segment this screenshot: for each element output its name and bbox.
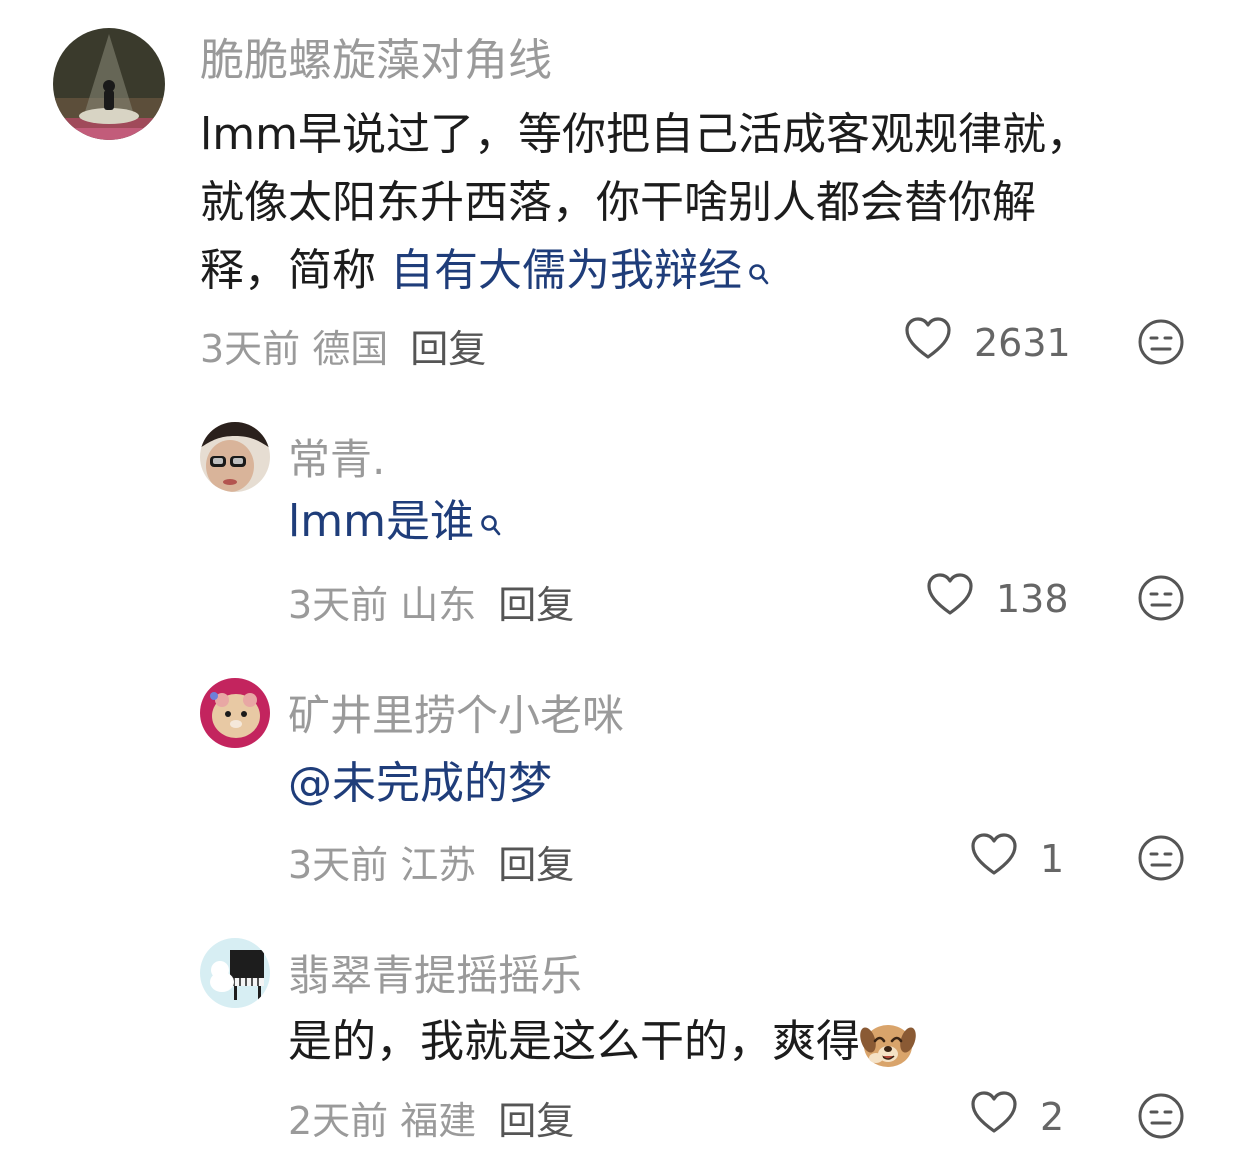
comment-location: 山东 xyxy=(400,583,477,627)
like-count: 2631 xyxy=(974,320,1071,365)
comment-location: 德国 xyxy=(312,327,389,371)
like-button[interactable]: 138 xyxy=(926,572,1069,625)
comment-location: 福建 xyxy=(400,1099,477,1143)
search-icon[interactable] xyxy=(748,241,770,309)
heart-outline-icon xyxy=(970,832,1018,885)
comment-text: 是的，我就是这么干的，爽得 xyxy=(288,1008,916,1076)
neutral-face-icon[interactable] xyxy=(1137,1092,1185,1140)
comment-meta: 2天前 福建 回复 xyxy=(288,1090,574,1145)
search-link[interactable]: lmm是谁 xyxy=(288,496,474,547)
like-button[interactable]: 2 xyxy=(970,1090,1064,1143)
avatar[interactable] xyxy=(200,422,270,492)
like-count: 138 xyxy=(996,576,1069,621)
comment-meta: 3天前 江苏 回复 xyxy=(288,834,574,889)
heart-outline-icon xyxy=(904,316,952,369)
comment-text-line: lmm是谁 xyxy=(288,488,502,560)
comment-text-line: lmm早说过了，等你把自己活成客观规律就， xyxy=(200,109,1090,160)
username[interactable]: 脆脆螺旋藻对角线 xyxy=(200,24,552,88)
neutral-face-icon[interactable] xyxy=(1137,318,1185,366)
username[interactable]: 常青. xyxy=(288,426,385,487)
reply-button[interactable]: 回复 xyxy=(498,1099,574,1143)
laughing-dog-emoji xyxy=(860,1018,916,1070)
comment-meta: 3天前 德国 回复 xyxy=(200,318,486,373)
comment-time: 3天前 xyxy=(200,327,301,371)
search-link[interactable]: 自有大儒为我辩经 xyxy=(390,245,742,296)
comment-text: lmm早说过了，等你把自己活成客观规律就， 就像太阳东升西落，你干啥别人都会替你… xyxy=(200,101,1090,309)
comment-text-line: 就像太阳东升西落，你干啥别人都会替你解 xyxy=(200,177,1036,228)
reply-button[interactable]: 回复 xyxy=(498,843,574,887)
neutral-face-icon[interactable] xyxy=(1137,574,1185,622)
search-icon[interactable] xyxy=(480,492,502,560)
comment-time: 2天前 xyxy=(288,1099,389,1143)
comment-time: 3天前 xyxy=(288,583,389,627)
comment-text: lmm是谁 xyxy=(288,488,502,560)
avatar[interactable] xyxy=(53,28,165,140)
like-button[interactable]: 2631 xyxy=(904,316,1071,369)
like-button[interactable]: 1 xyxy=(970,832,1064,885)
comment-text-content: 是的，我就是这么干的，爽得 xyxy=(288,1016,860,1067)
comment-text-prefix: 释，简称 xyxy=(200,245,390,296)
like-count: 2 xyxy=(1040,1094,1065,1139)
avatar[interactable] xyxy=(200,938,270,1008)
comment-text-line: 是的，我就是这么干的，爽得 xyxy=(288,1008,916,1076)
neutral-face-icon[interactable] xyxy=(1137,834,1185,882)
comment-text-line: @未完成的梦 xyxy=(288,750,552,818)
reply-item: 常青. lmm是谁 3天前 山东 回复 138 xyxy=(0,400,1260,650)
heart-outline-icon xyxy=(926,572,974,625)
comment-text-line: 释，简称 自有大儒为我辩经 xyxy=(200,237,1090,309)
reply-item: 矿井里捞个小老咪 @未完成的梦 3天前 江苏 回复 1 xyxy=(0,660,1260,910)
username[interactable]: 矿井里捞个小老咪 xyxy=(288,682,624,743)
like-count: 1 xyxy=(1040,836,1065,881)
username[interactable]: 翡翠青提摇摇乐 xyxy=(288,942,582,1003)
reply-button[interactable]: 回复 xyxy=(498,583,574,627)
comment-location: 江苏 xyxy=(400,843,477,887)
reply-item: 翡翠青提摇摇乐 是的，我就是这么干的，爽得 2天前 福建 回复 2 xyxy=(0,918,1260,1155)
comment-text: @未完成的梦 xyxy=(288,750,552,818)
mention-link[interactable]: @未完成的梦 xyxy=(288,758,552,809)
heart-outline-icon xyxy=(970,1090,1018,1143)
reply-button[interactable]: 回复 xyxy=(410,327,486,371)
avatar[interactable] xyxy=(200,678,270,748)
comment-item: 脆脆螺旋藻对角线 lmm早说过了，等你把自己活成客观规律就， 就像太阳东升西落，… xyxy=(0,0,1260,390)
comment-time: 3天前 xyxy=(288,843,389,887)
comment-meta: 3天前 山东 回复 xyxy=(288,574,574,629)
